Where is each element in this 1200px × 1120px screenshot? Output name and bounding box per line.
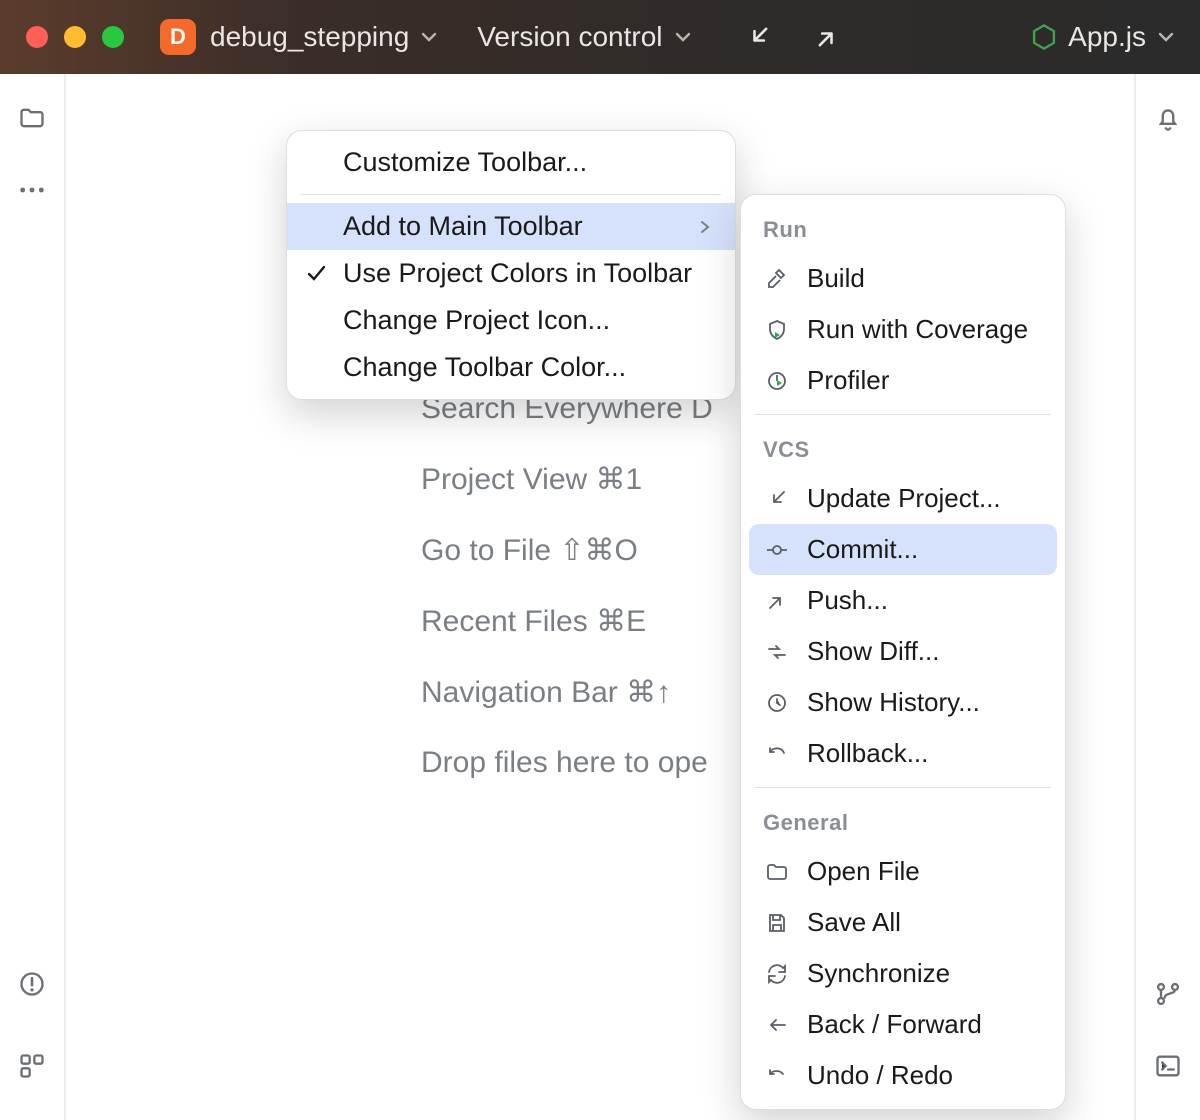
submenu-item-update-project[interactable]: Update Project... bbox=[741, 473, 1065, 524]
shield-play-icon bbox=[763, 316, 791, 344]
add-to-toolbar-submenu: Run Build Run with Coverage Profiler VCS… bbox=[740, 194, 1066, 1110]
git-branch-icon[interactable] bbox=[1154, 980, 1182, 1008]
submenu-group-vcs: VCS bbox=[741, 423, 1065, 473]
zoom-window-icon[interactable] bbox=[102, 26, 124, 48]
project-badge[interactable]: D bbox=[160, 19, 196, 55]
submenu-group-run: Run bbox=[741, 203, 1065, 253]
menu-item-use-project-colors[interactable]: Use Project Colors in Toolbar bbox=[287, 250, 735, 297]
project-name-button[interactable]: debug_stepping bbox=[210, 21, 409, 53]
nodejs-icon bbox=[1030, 23, 1058, 51]
menu-item-label: Add to Main Toolbar bbox=[343, 211, 583, 242]
terminal-icon[interactable] bbox=[1154, 1052, 1182, 1080]
titlebar: D debug_stepping Version control App.js bbox=[0, 0, 1200, 74]
menu-item-label: Change Toolbar Color... bbox=[343, 352, 626, 383]
run-config-selector[interactable]: App.js bbox=[1030, 21, 1176, 53]
menu-item-label: Rollback... bbox=[807, 738, 928, 769]
menu-item-label: Use Project Colors in Toolbar bbox=[343, 258, 692, 289]
workspace: Search Everywhere D Project View ⌘1 Go t… bbox=[0, 74, 1200, 1120]
chevron-down-icon[interactable] bbox=[419, 27, 439, 47]
arrow-in-icon[interactable] bbox=[743, 22, 773, 52]
more-icon[interactable] bbox=[18, 176, 46, 204]
folder-icon[interactable] bbox=[18, 104, 46, 132]
submenu-item-build[interactable]: Build bbox=[741, 253, 1065, 304]
menu-item-change-project-icon[interactable]: Change Project Icon... bbox=[287, 297, 735, 344]
menu-separator bbox=[755, 414, 1051, 415]
problems-icon[interactable] bbox=[18, 970, 46, 998]
hint-line: Drop files here to ope bbox=[421, 728, 713, 798]
menu-item-customize-toolbar[interactable]: Customize Toolbar... bbox=[287, 139, 735, 186]
hint-line: Project View ⌘1 bbox=[421, 444, 713, 515]
submenu-item-coverage[interactable]: Run with Coverage bbox=[741, 304, 1065, 355]
vcs-menu-button[interactable]: Version control bbox=[477, 21, 662, 53]
submenu-item-rollback[interactable]: Rollback... bbox=[741, 728, 1065, 779]
hammer-icon bbox=[763, 265, 791, 293]
submenu-item-synchronize[interactable]: Synchronize bbox=[741, 948, 1065, 999]
run-config-label: App.js bbox=[1068, 21, 1146, 53]
menu-separator bbox=[755, 787, 1051, 788]
menu-item-label: Update Project... bbox=[807, 483, 1001, 514]
menu-item-label: Profiler bbox=[807, 365, 889, 396]
menu-item-label: Change Project Icon... bbox=[343, 305, 610, 336]
menu-item-change-toolbar-color[interactable]: Change Toolbar Color... bbox=[287, 344, 735, 391]
folder-icon bbox=[763, 858, 791, 886]
menu-item-add-to-main-toolbar[interactable]: Add to Main Toolbar bbox=[287, 203, 735, 250]
menu-item-label: Undo / Redo bbox=[807, 1060, 953, 1091]
history-icon bbox=[763, 689, 791, 717]
submenu-item-open-file[interactable]: Open File bbox=[741, 846, 1065, 897]
profiler-icon bbox=[763, 367, 791, 395]
chevron-down-icon[interactable] bbox=[673, 27, 693, 47]
menu-item-label: Customize Toolbar... bbox=[343, 147, 587, 178]
window-controls bbox=[26, 26, 124, 48]
right-tool-rail bbox=[1134, 74, 1200, 1120]
arrow-in-icon bbox=[763, 485, 791, 513]
editor-hints: Search Everywhere D Project View ⌘1 Go t… bbox=[421, 374, 713, 798]
save-icon bbox=[763, 909, 791, 937]
submenu-item-show-history[interactable]: Show History... bbox=[741, 677, 1065, 728]
menu-item-label: Show History... bbox=[807, 687, 980, 718]
menu-item-label: Back / Forward bbox=[807, 1009, 982, 1040]
chevron-right-icon bbox=[697, 219, 713, 235]
hint-line: Go to File ⇧⌘O bbox=[421, 515, 713, 586]
submenu-item-push[interactable]: Push... bbox=[741, 575, 1065, 626]
menu-item-label: Build bbox=[807, 263, 865, 294]
editor-area: Search Everywhere D Project View ⌘1 Go t… bbox=[66, 74, 1134, 1120]
left-tool-rail bbox=[0, 74, 66, 1120]
submenu-group-general: General bbox=[741, 796, 1065, 846]
check-icon bbox=[305, 262, 327, 284]
submenu-item-undo-redo[interactable]: Undo / Redo bbox=[741, 1050, 1065, 1101]
menu-item-label: Push... bbox=[807, 585, 888, 616]
submenu-item-commit[interactable]: Commit... bbox=[749, 524, 1057, 575]
structure-icon[interactable] bbox=[18, 1052, 46, 1080]
menu-item-label: Save All bbox=[807, 907, 901, 938]
menu-item-label: Synchronize bbox=[807, 958, 950, 989]
menu-item-label: Show Diff... bbox=[807, 636, 939, 667]
menu-separator bbox=[301, 194, 721, 195]
close-window-icon[interactable] bbox=[26, 26, 48, 48]
submenu-item-profiler[interactable]: Profiler bbox=[741, 355, 1065, 406]
menu-item-label: Commit... bbox=[807, 534, 918, 565]
undo-icon bbox=[763, 1062, 791, 1090]
notifications-icon[interactable] bbox=[1154, 104, 1182, 132]
sync-icon bbox=[763, 960, 791, 988]
hint-line: Navigation Bar ⌘↑ bbox=[421, 657, 713, 728]
back-icon bbox=[763, 1011, 791, 1039]
hint-line: Recent Files ⌘E bbox=[421, 586, 713, 657]
submenu-item-show-diff[interactable]: Show Diff... bbox=[741, 626, 1065, 677]
diff-icon bbox=[763, 638, 791, 666]
minimize-window-icon[interactable] bbox=[64, 26, 86, 48]
submenu-item-back-forward[interactable]: Back / Forward bbox=[741, 999, 1065, 1050]
menu-item-label: Run with Coverage bbox=[807, 314, 1028, 345]
toolbar-context-menu: Customize Toolbar... Add to Main Toolbar… bbox=[286, 130, 736, 400]
commit-icon bbox=[763, 536, 791, 564]
submenu-item-save-all[interactable]: Save All bbox=[741, 897, 1065, 948]
rollback-icon bbox=[763, 740, 791, 768]
chevron-down-icon bbox=[1156, 27, 1176, 47]
arrow-out-icon bbox=[763, 587, 791, 615]
menu-item-label: Open File bbox=[807, 856, 920, 887]
arrow-out-icon[interactable] bbox=[813, 22, 843, 52]
